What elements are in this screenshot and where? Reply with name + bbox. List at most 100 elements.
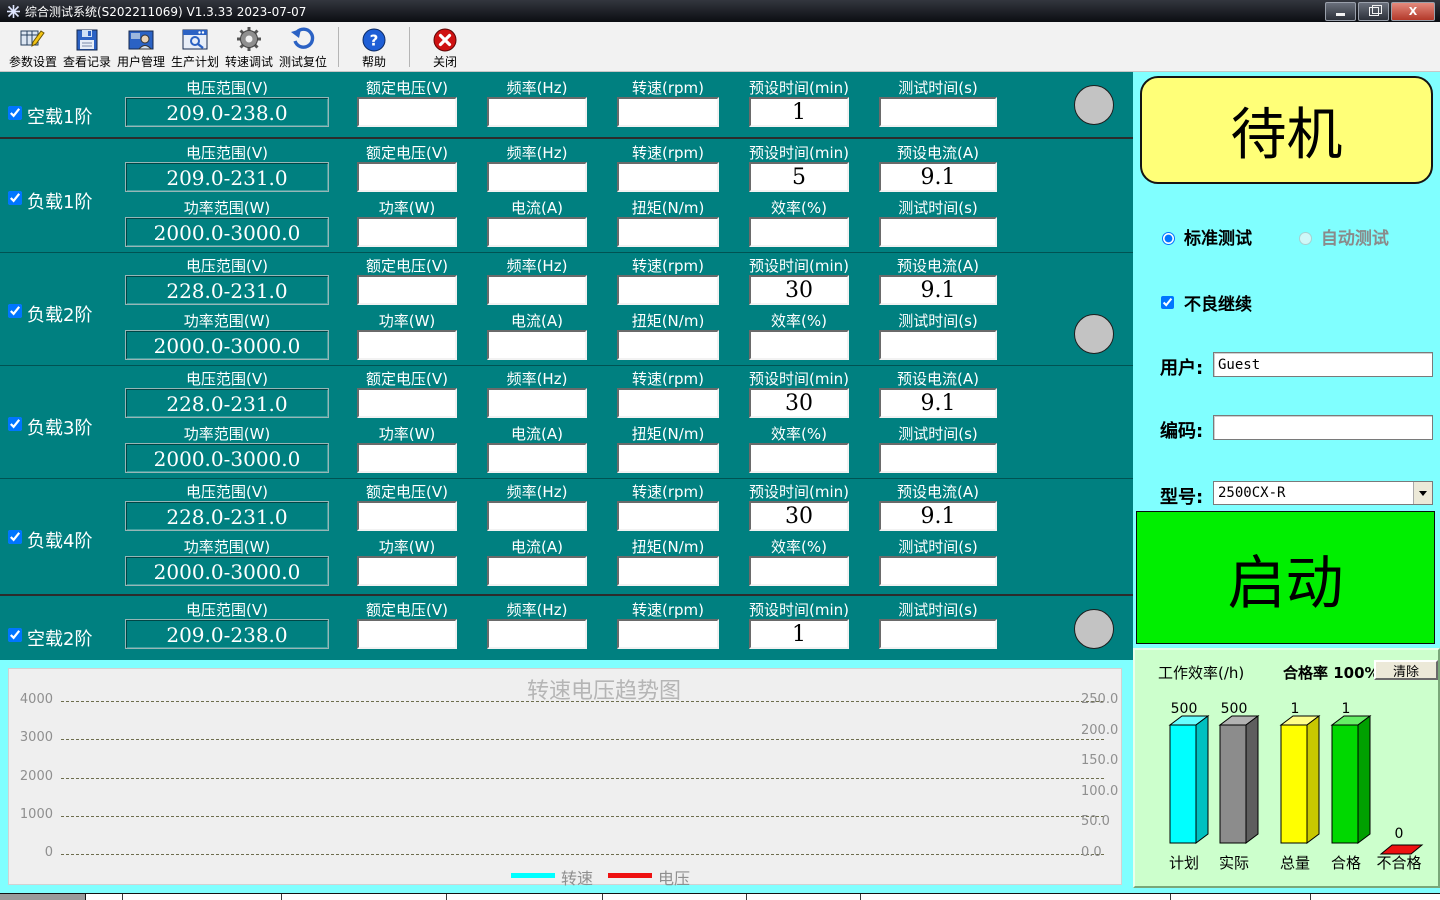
preset-current-input[interactable] [879, 501, 997, 531]
preset-time-input[interactable] [749, 97, 849, 127]
clear-button[interactable]: 清除 [1374, 660, 1438, 680]
legend-label-speed: 转速 [561, 865, 593, 889]
column-header: 功率范围(W) [125, 200, 329, 216]
rated-voltage-input[interactable] [357, 501, 457, 531]
toolbar-button-label: 生产计划 [171, 53, 219, 70]
preset-time-input[interactable] [749, 619, 849, 649]
speed-input[interactable] [617, 619, 719, 649]
current-input[interactable] [487, 443, 587, 473]
preset-time-input[interactable] [749, 162, 849, 192]
torque-input[interactable] [617, 217, 719, 247]
toolbar-separator [338, 27, 339, 67]
preset-current-input[interactable] [879, 275, 997, 305]
rated-voltage-input[interactable] [357, 162, 457, 192]
model-select-value: 2500CX-R [1218, 485, 1285, 501]
frequency-input[interactable] [487, 619, 587, 649]
frequency-input[interactable] [487, 97, 587, 127]
preset-time-input[interactable] [749, 501, 849, 531]
bottom-strip-divider [602, 894, 603, 900]
rated-voltage-input[interactable] [357, 619, 457, 649]
test-time-input[interactable] [879, 97, 997, 127]
test-time-input[interactable] [879, 556, 997, 586]
rated-voltage-input[interactable] [357, 275, 457, 305]
efficiency-input[interactable] [749, 556, 849, 586]
fail-continue-checkbox-input[interactable] [1161, 296, 1174, 309]
bottom-strip-cell [0, 894, 86, 900]
speed-input[interactable] [617, 97, 719, 127]
test-time-input[interactable] [879, 619, 997, 649]
column-header: 预设时间(min) [749, 371, 849, 387]
stage-enable-checkbox[interactable] [8, 191, 22, 205]
stage-enable-checkbox[interactable] [8, 304, 22, 318]
speed-gear-icon [236, 24, 262, 52]
column-header: 额定电压(V) [357, 80, 457, 96]
model-select[interactable]: 2500CX-R [1213, 481, 1433, 505]
standard-test-radio-input[interactable] [1162, 232, 1175, 245]
speed-input[interactable] [617, 501, 719, 531]
stage-enable-checkbox[interactable] [8, 417, 22, 431]
toolbar-help-button[interactable]: ? 帮助 [347, 24, 401, 70]
stage-enable-checkbox[interactable] [8, 628, 22, 642]
column-header: 功率范围(W) [125, 313, 329, 329]
test-time-input[interactable] [879, 443, 997, 473]
toolbar-settings-button[interactable]: 参数设置 [6, 24, 60, 70]
test-time-input[interactable] [879, 330, 997, 360]
column-header: 测试时间(s) [879, 426, 997, 442]
preset-time-input[interactable] [749, 388, 849, 418]
efficiency-input[interactable] [749, 217, 849, 247]
preset-current-input[interactable] [879, 162, 997, 192]
torque-input[interactable] [617, 330, 719, 360]
column-header: 转速(rpm) [617, 258, 719, 274]
speed-input[interactable] [617, 275, 719, 305]
auto-test-radio[interactable]: 自动测试 [1294, 224, 1389, 249]
stage-enable-checkbox[interactable] [8, 106, 22, 120]
efficiency-input[interactable] [749, 330, 849, 360]
restore-button[interactable] [1358, 2, 1389, 21]
frequency-input[interactable] [487, 501, 587, 531]
rated-voltage-input[interactable] [357, 97, 457, 127]
user-input[interactable] [1213, 352, 1433, 377]
toolbar-speed-button[interactable]: 转速调试 [222, 24, 276, 70]
frequency-input[interactable] [487, 162, 587, 192]
current-input[interactable] [487, 556, 587, 586]
column-header: 电压范围(V) [125, 80, 329, 96]
minimize-button[interactable] [1325, 2, 1356, 21]
column-header: 电压范围(V) [125, 258, 329, 274]
pass-rate-label: 合格率 100% [1283, 662, 1380, 683]
model-select-arrow-button[interactable] [1413, 482, 1432, 504]
toolbar-reset-button[interactable]: 测试复位 [276, 24, 330, 70]
preset-time-input[interactable] [749, 275, 849, 305]
standard-test-radio[interactable]: 标准测试 [1157, 224, 1252, 249]
torque-input[interactable] [617, 556, 719, 586]
frequency-input[interactable] [487, 275, 587, 305]
code-input[interactable] [1213, 415, 1433, 440]
toolbar-plan-button[interactable]: 生产计划 [168, 24, 222, 70]
toolbar-records-button[interactable]: 查看记录 [60, 24, 114, 70]
power-input[interactable] [357, 217, 457, 247]
start-button[interactable]: 启动 [1136, 511, 1435, 644]
frequency-input[interactable] [487, 388, 587, 418]
column-header: 电流(A) [487, 426, 587, 442]
power-input[interactable] [357, 443, 457, 473]
efficiency-input[interactable] [749, 443, 849, 473]
speed-input[interactable] [617, 388, 719, 418]
fail-continue-checkbox[interactable]: 不良继续 [1157, 290, 1252, 315]
column-header: 功率(W) [357, 313, 457, 329]
stage-enable-checkbox[interactable] [8, 530, 22, 544]
current-input[interactable] [487, 217, 587, 247]
preset-current-input[interactable] [879, 388, 997, 418]
speed-input[interactable] [617, 162, 719, 192]
power-input[interactable] [357, 330, 457, 360]
svg-text:?: ? [370, 31, 379, 49]
power-input[interactable] [357, 556, 457, 586]
title-bar: 综合测试系统(S202211069) V1.3.33 2023-07-07 X [0, 0, 1440, 22]
auto-test-radio-input[interactable] [1299, 232, 1312, 245]
close-button[interactable]: X [1391, 2, 1435, 21]
restore-icon [1369, 7, 1379, 16]
rated-voltage-input[interactable] [357, 388, 457, 418]
test-time-input[interactable] [879, 217, 997, 247]
toolbar-users-button[interactable]: 用户管理 [114, 24, 168, 70]
torque-input[interactable] [617, 443, 719, 473]
toolbar-close-button[interactable]: 关闭 [418, 24, 472, 70]
current-input[interactable] [487, 330, 587, 360]
